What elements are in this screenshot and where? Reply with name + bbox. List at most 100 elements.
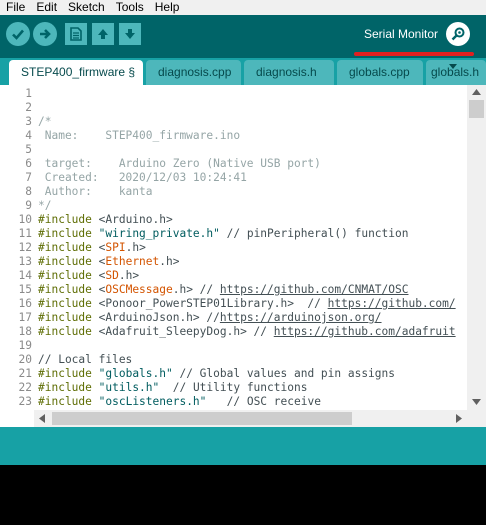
arrow-up-icon bbox=[98, 29, 108, 39]
code-token: Author: kanta bbox=[38, 185, 153, 198]
menu-tools[interactable]: Tools bbox=[110, 0, 149, 15]
horizontal-scrollbar[interactable] bbox=[34, 410, 467, 427]
tab-diagnosis-h[interactable]: diagnosis.h bbox=[244, 60, 334, 85]
code-text: #include "oscListeners.h" // OSC receive bbox=[38, 395, 321, 409]
code-token: #include bbox=[38, 241, 92, 254]
new-sketch-button[interactable] bbox=[65, 23, 87, 45]
line-number: 3 bbox=[25, 115, 32, 128]
horizontal-scroll-thumb[interactable] bbox=[52, 412, 352, 425]
code-text: #include "utils.h" // Utility functions bbox=[38, 381, 307, 395]
code-token: Name: STEP400_firmware.ino bbox=[38, 129, 241, 142]
code-text: Created: 2020/12/03 10:24:41 bbox=[38, 171, 247, 185]
menu-sketch[interactable]: Sketch bbox=[62, 0, 110, 15]
menu-edit[interactable]: Edit bbox=[30, 0, 62, 15]
save-sketch-button[interactable] bbox=[119, 23, 141, 45]
vertical-scroll-thumb[interactable] bbox=[469, 100, 484, 118]
code-token: // Local files bbox=[38, 353, 133, 366]
code-token: #include bbox=[38, 325, 92, 338]
code-token: OSCMessage bbox=[105, 283, 173, 296]
line-number: 7 bbox=[25, 171, 32, 184]
code-token: target: Arduino Zero (Native USB port) bbox=[38, 157, 321, 170]
menu-file[interactable]: File bbox=[0, 0, 30, 15]
code-token: "globals.h" bbox=[98, 367, 173, 380]
tab-globals-cpp[interactable]: globals.cpp bbox=[337, 60, 423, 85]
code-link[interactable]: https://github.com/ bbox=[328, 297, 456, 310]
code-token: #include bbox=[38, 269, 92, 282]
code-editor[interactable]: 1 2 3/* 4 Name: STEP400_firmware.ino 5 6 targ… bbox=[0, 85, 486, 427]
line-number: 6 bbox=[25, 157, 32, 170]
code-link[interactable]: https://github.com/adafruit bbox=[274, 325, 456, 338]
code-token: /* bbox=[38, 115, 52, 128]
vertical-scrollbar[interactable] bbox=[467, 85, 486, 410]
code-link[interactable]: https://github.com/CNMAT/OSC bbox=[220, 283, 409, 296]
code-text: Author: kanta bbox=[38, 185, 153, 199]
tab-diagnosis-cpp[interactable]: diagnosis.cpp bbox=[146, 60, 241, 85]
scroll-up-icon[interactable] bbox=[472, 89, 481, 95]
code-token: #include bbox=[38, 213, 92, 226]
code-token: Created: 2020/12/03 10:24:41 bbox=[38, 171, 247, 184]
line-number: 15 bbox=[18, 283, 32, 296]
line-number: 12 bbox=[18, 241, 32, 254]
highlight-underline bbox=[354, 52, 474, 56]
code-token: .h> bbox=[159, 255, 180, 268]
verify-button[interactable] bbox=[6, 22, 30, 46]
code-token: #include bbox=[38, 381, 92, 394]
code-token: .h> bbox=[125, 241, 146, 254]
code-token: "utils.h" bbox=[98, 381, 160, 394]
tab-menu-icon[interactable] bbox=[448, 62, 458, 72]
serial-monitor-button[interactable] bbox=[446, 22, 470, 46]
scrollbar-corner bbox=[467, 410, 486, 427]
code-token: < bbox=[91, 269, 106, 282]
line-number: 16 bbox=[18, 297, 32, 310]
tab-bar: STEP400_firmware § diagnosis.cpp diagnos… bbox=[0, 58, 486, 85]
code-text: #include <Arduino.h> bbox=[38, 213, 173, 227]
line-number: 20 bbox=[18, 353, 32, 366]
code-text: #include <Adafruit_SleepyDog.h> // https… bbox=[38, 325, 456, 339]
code-text: #include <OSCMessage.h> // https://githu… bbox=[38, 283, 408, 297]
code-token: < bbox=[91, 241, 106, 254]
code-token: <Ponoor_PowerSTEP01Library.h> // bbox=[91, 297, 328, 310]
code-text: #include <Ponoor_PowerSTEP01Library.h> /… bbox=[38, 297, 456, 311]
code-token: // Utility functions bbox=[159, 381, 308, 394]
code-token: "wiring_private.h" bbox=[98, 227, 220, 240]
code-token: <ArduinoJson.h> // bbox=[91, 311, 220, 324]
code-token: #include bbox=[38, 283, 92, 296]
checkmark-icon bbox=[12, 29, 24, 40]
upload-button[interactable] bbox=[33, 22, 57, 46]
line-number: 21 bbox=[18, 367, 32, 380]
code-text: */ bbox=[38, 199, 51, 213]
code-token: <Adafruit_SleepyDog.h> // bbox=[91, 325, 274, 338]
code-token: #include bbox=[38, 311, 92, 324]
code-token: < bbox=[91, 255, 106, 268]
code-link[interactable]: https://arduinojson.org/ bbox=[220, 311, 382, 324]
line-number: 24 bbox=[0, 409, 32, 410]
line-number: 10 bbox=[18, 213, 32, 226]
line-number: 18 bbox=[18, 325, 32, 338]
code-token: */ bbox=[38, 199, 52, 212]
document-icon bbox=[70, 27, 82, 41]
code-token: Ethernet bbox=[105, 255, 160, 268]
open-sketch-button[interactable] bbox=[92, 23, 114, 45]
tab-step400-firmware[interactable]: STEP400_firmware § bbox=[9, 60, 143, 85]
code-token: < bbox=[91, 283, 106, 296]
scroll-left-icon[interactable] bbox=[39, 414, 45, 423]
arrow-down-icon bbox=[125, 29, 135, 39]
scroll-right-icon[interactable] bbox=[456, 414, 462, 423]
code-text: Name: STEP400_firmware.ino bbox=[38, 129, 240, 143]
line-number: 9 bbox=[25, 199, 32, 212]
menu-help[interactable]: Help bbox=[149, 0, 185, 15]
code-token: .h> // bbox=[172, 283, 220, 296]
serial-monitor-label: Serial Monitor bbox=[364, 27, 439, 41]
code-token: #include bbox=[38, 297, 92, 310]
line-number: 5 bbox=[25, 143, 32, 156]
scroll-down-icon[interactable] bbox=[472, 399, 481, 405]
code-text: #include <SD.h> bbox=[38, 269, 139, 283]
code-token: // OSC receive bbox=[206, 395, 321, 408]
code-text-area[interactable]: 1 2 3/* 4 Name: STEP400_firmware.ino 5 6 targ… bbox=[0, 85, 467, 410]
code-token: <Arduino.h> bbox=[91, 213, 173, 226]
code-token: "oscListeners.h" bbox=[98, 395, 207, 408]
code-text: #include "globals.h" // Global values an… bbox=[38, 367, 395, 381]
line-number: 17 bbox=[18, 311, 32, 324]
code-text: #include "wiring_private.h" // pinPeriph… bbox=[38, 227, 408, 241]
